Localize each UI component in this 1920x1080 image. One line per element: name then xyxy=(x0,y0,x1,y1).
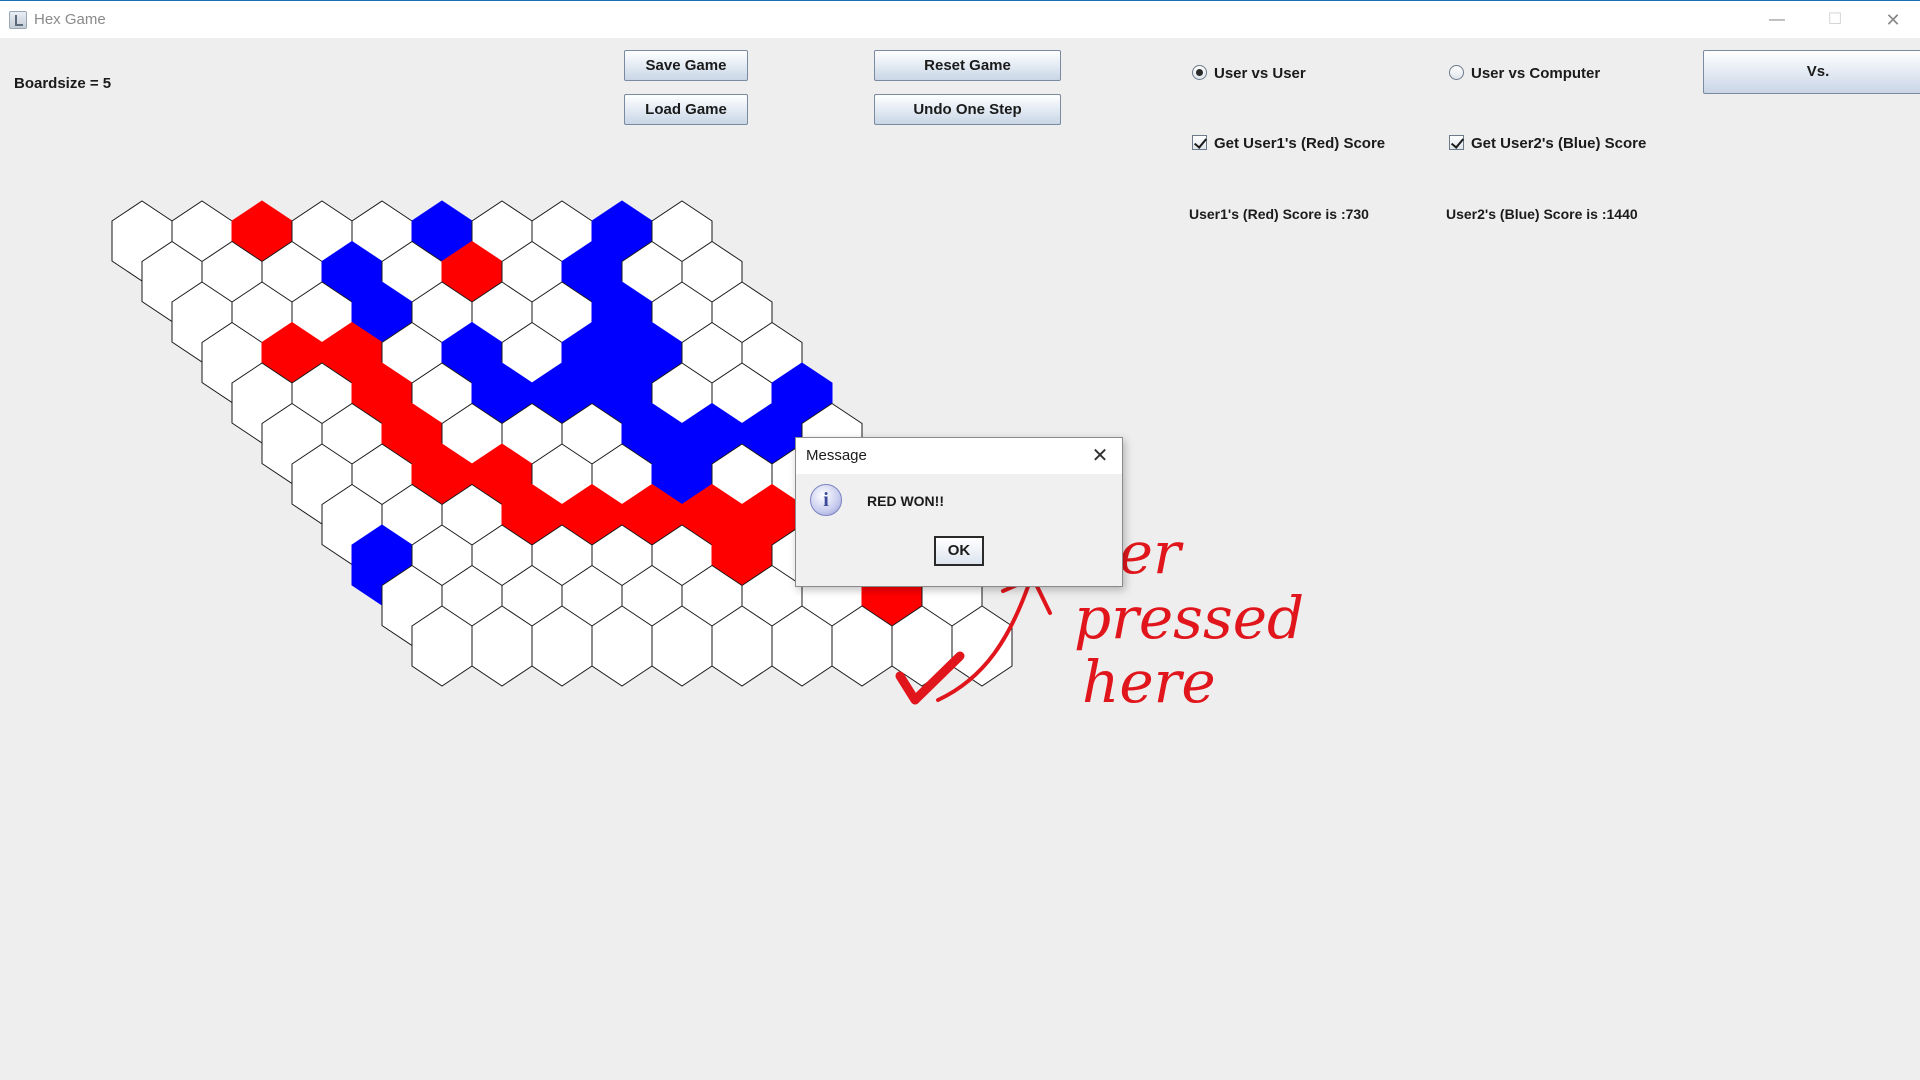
minimize-button[interactable]: — xyxy=(1748,1,1806,39)
app-icon xyxy=(9,11,27,29)
dialog-message: RED WON!! xyxy=(867,493,944,509)
dialog-title: Message xyxy=(806,447,867,464)
message-dialog: Message ✕ i RED WON!! OK xyxy=(795,437,1123,587)
ok-button[interactable]: OK xyxy=(934,536,984,566)
maximize-button[interactable]: ☐ xyxy=(1806,1,1864,39)
window-title: Hex Game xyxy=(34,11,106,28)
dialog-close-button[interactable]: ✕ xyxy=(1086,442,1114,470)
info-icon: i xyxy=(810,484,842,516)
close-window-button[interactable]: ✕ xyxy=(1864,1,1920,39)
title-bar: Hex Game — ☐ ✕ xyxy=(0,0,1920,38)
game-panel: Boardsize = 5 Save Game Load Game Reset … xyxy=(0,38,1920,1080)
dialog-title-bar: Message ✕ xyxy=(796,438,1122,474)
